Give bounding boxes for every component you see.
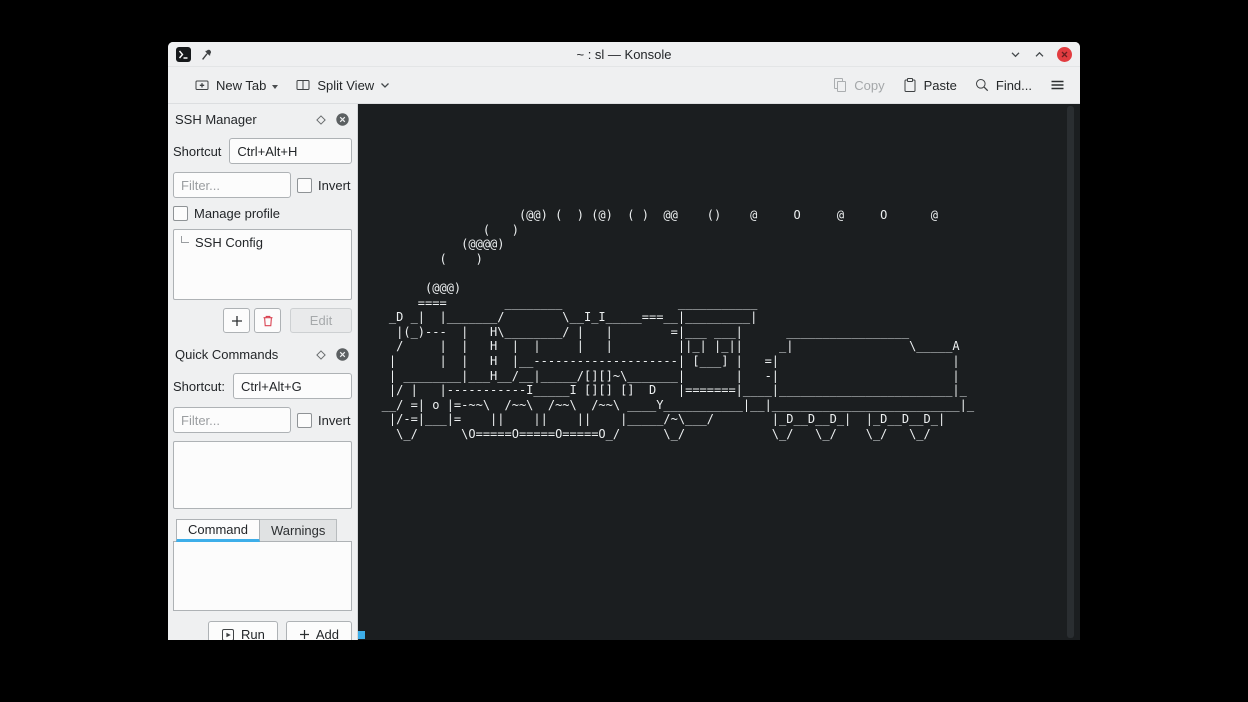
trash-icon bbox=[261, 314, 275, 328]
dock-close-icon[interactable] bbox=[335, 347, 350, 362]
ssh-invert-label: Invert bbox=[318, 178, 351, 193]
copy-label: Copy bbox=[854, 78, 884, 93]
toolbar: New Tab Split View Copy Paste Find... bbox=[168, 67, 1080, 104]
qc-filter-input[interactable] bbox=[173, 407, 291, 433]
edit-profile-button: Edit bbox=[290, 308, 352, 333]
pin-icon[interactable] bbox=[200, 48, 213, 61]
menu-button[interactable] bbox=[1049, 77, 1066, 93]
paste-button[interactable]: Paste bbox=[902, 77, 957, 93]
plus-icon bbox=[299, 629, 310, 640]
desktop-background: ~ : sl — Konsole bbox=[0, 0, 1248, 702]
qc-buttons-row: Run Add bbox=[173, 621, 352, 640]
minimize-button[interactable] bbox=[1009, 48, 1022, 61]
close-icon bbox=[1061, 51, 1068, 58]
window-title: ~ : sl — Konsole bbox=[168, 47, 1080, 62]
terminal-output: (@@) ( ) (@) ( ) @@ () @ O @ O @ ( ) (@@… bbox=[358, 104, 1080, 442]
split-view-button[interactable]: Split View bbox=[295, 77, 390, 93]
tree-item-ssh-config[interactable]: SSH Config bbox=[178, 235, 347, 250]
ssh-profile-list[interactable]: SSH Config bbox=[173, 229, 352, 300]
tab-new-icon bbox=[194, 77, 210, 93]
plus-icon bbox=[231, 315, 243, 327]
float-icon[interactable] bbox=[316, 115, 326, 125]
close-button[interactable] bbox=[1057, 47, 1072, 62]
quick-commands-title: Quick Commands bbox=[175, 347, 316, 362]
qc-command-list[interactable] bbox=[173, 441, 352, 509]
ssh-manager-header: SSH Manager bbox=[173, 109, 352, 130]
run-icon bbox=[221, 628, 235, 641]
hamburger-menu-icon bbox=[1049, 77, 1066, 93]
float-icon[interactable] bbox=[316, 350, 326, 360]
manage-profile-label: Manage profile bbox=[194, 206, 280, 221]
manage-profile-checkbox[interactable] bbox=[173, 206, 188, 221]
maximize-button[interactable] bbox=[1033, 48, 1046, 61]
terminal-indicator bbox=[358, 631, 365, 639]
tab-warnings[interactable]: Warnings bbox=[260, 519, 337, 542]
ssh-shortcut-input[interactable] bbox=[229, 138, 352, 164]
qc-shortcut-label: Shortcut: bbox=[173, 379, 225, 394]
titlebar-right bbox=[1009, 47, 1072, 62]
new-tab-label: New Tab bbox=[216, 78, 266, 93]
add-command-button[interactable]: Add bbox=[286, 621, 352, 640]
ssh-buttons-row: Edit bbox=[173, 308, 352, 333]
chevron-down-icon bbox=[380, 82, 390, 89]
qc-invert-label: Invert bbox=[318, 413, 351, 428]
terminal[interactable]: (@@) ( ) (@) ( ) @@ () @ O @ O @ ( ) (@@… bbox=[358, 104, 1080, 640]
qc-shortcut-input[interactable] bbox=[233, 373, 352, 399]
run-button[interactable]: Run bbox=[208, 621, 278, 640]
paste-label: Paste bbox=[924, 78, 957, 93]
split-view-label: Split View bbox=[317, 78, 374, 93]
menu-caret-icon bbox=[272, 85, 278, 89]
konsole-icon[interactable] bbox=[176, 47, 191, 62]
dock-close-icon[interactable] bbox=[335, 112, 350, 127]
view-split-icon bbox=[295, 77, 311, 93]
titlebar[interactable]: ~ : sl — Konsole bbox=[168, 42, 1080, 67]
ssh-shortcut-label: Shortcut bbox=[173, 144, 221, 159]
sidebar: SSH Manager Shortcut Invert bbox=[168, 104, 358, 640]
search-icon bbox=[974, 77, 990, 93]
qc-command-editor[interactable] bbox=[173, 541, 352, 611]
new-tab-button[interactable]: New Tab bbox=[194, 77, 278, 93]
clipboard-paste-icon bbox=[902, 77, 918, 93]
window-content: SSH Manager Shortcut Invert bbox=[168, 104, 1080, 640]
ssh-manager-panel: SSH Manager Shortcut Invert bbox=[173, 106, 352, 333]
qc-invert-checkbox[interactable] bbox=[297, 413, 312, 428]
tree-item-label: SSH Config bbox=[195, 235, 263, 250]
delete-profile-button[interactable] bbox=[254, 308, 281, 333]
ssh-invert-checkbox[interactable] bbox=[297, 178, 312, 193]
add-label: Add bbox=[316, 627, 339, 640]
find-button[interactable]: Find... bbox=[974, 77, 1032, 93]
copy-button: Copy bbox=[832, 77, 884, 93]
terminal-scrollbar[interactable] bbox=[1067, 106, 1074, 638]
ssh-filter-input[interactable] bbox=[173, 172, 291, 198]
find-label: Find... bbox=[996, 78, 1032, 93]
add-profile-button[interactable] bbox=[223, 308, 250, 333]
tab-command[interactable]: Command bbox=[176, 519, 260, 542]
konsole-window: ~ : sl — Konsole bbox=[168, 42, 1080, 640]
titlebar-left bbox=[176, 47, 213, 62]
tree-branch-icon bbox=[181, 236, 189, 243]
qc-tabs: Command Warnings bbox=[176, 519, 352, 542]
run-label: Run bbox=[241, 627, 265, 640]
quick-commands-header: Quick Commands bbox=[173, 344, 352, 365]
ssh-manager-title: SSH Manager bbox=[175, 112, 316, 127]
quick-commands-panel: Quick Commands Shortcut: Invert bbox=[173, 341, 352, 640]
copy-icon bbox=[832, 77, 848, 93]
